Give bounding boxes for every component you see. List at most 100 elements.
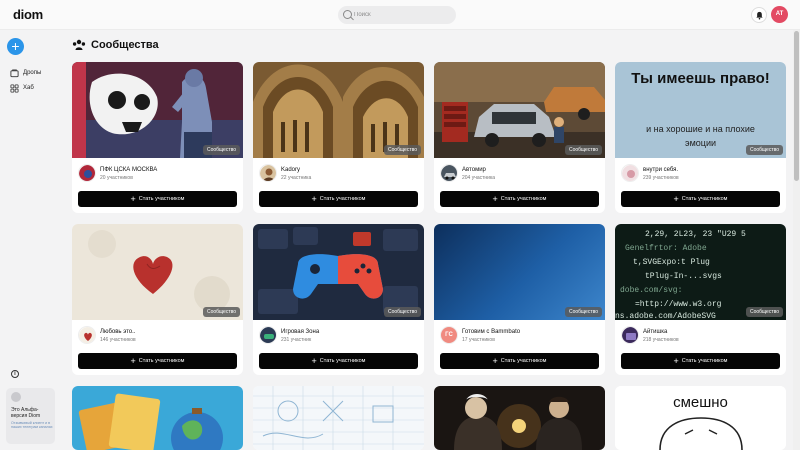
- alpha-title: Это Альфа-версия Diom: [11, 407, 41, 419]
- community-card[interactable]: Сообщество ГС Готовим с Bammbato 17 учас…: [434, 224, 605, 375]
- community-avatar: [259, 164, 277, 182]
- plus-icon: +: [130, 193, 136, 204]
- plus-icon: +: [673, 355, 679, 366]
- search-bar[interactable]: [338, 6, 456, 24]
- card-cover[interactable]: Сообщество: [434, 62, 605, 158]
- svg-text:t,SVGExpo:t Plug: t,SVGExpo:t Plug: [633, 258, 710, 267]
- community-card[interactable]: 2,29, 2L23, 23 "U29 5 Genelfrtor: Adobe …: [615, 224, 786, 375]
- community-name[interactable]: внутри себя.: [643, 167, 678, 173]
- join-label: Стать участником: [500, 358, 547, 364]
- app-logo[interactable]: diom: [13, 7, 43, 22]
- community-card[interactable]: Сообщество Kadory 22 участника + Стать уч…: [253, 62, 424, 213]
- plus-icon: +: [311, 355, 317, 366]
- community-card[interactable]: Ты имеешь право! и на хорошие и на плохи…: [615, 62, 786, 213]
- card-badge: Сообщество: [202, 307, 240, 317]
- svg-text:tPlug-In-...svgs: tPlug-In-...svgs: [645, 272, 722, 281]
- member-count: 239 участников: [643, 175, 679, 181]
- community-card[interactable]: [434, 386, 605, 450]
- svg-text:Genelfrtor: Adobe: Genelfrtor: Adobe: [625, 244, 707, 253]
- search-input[interactable]: [354, 8, 450, 22]
- join-button[interactable]: + Стать участником: [621, 353, 780, 369]
- card-cover[interactable]: Сообщество: [72, 224, 243, 320]
- member-count: 22 участника: [281, 175, 312, 181]
- scrollbar-thumb[interactable]: [794, 31, 799, 181]
- bell-icon: [756, 11, 763, 20]
- community-name[interactable]: Готовим с Bammbato: [462, 329, 520, 335]
- card-badge: Сообщество: [745, 145, 783, 155]
- sidebar-item-label: Дропы: [23, 70, 42, 76]
- join-button[interactable]: + Стать участником: [621, 191, 780, 207]
- community-name[interactable]: Kadory: [281, 167, 300, 173]
- community-card[interactable]: смешно: [615, 386, 786, 450]
- card-cover[interactable]: Ты имеешь право! и на хорошие и на плохи…: [615, 62, 786, 158]
- member-count: 20 участников: [100, 175, 133, 181]
- community-name[interactable]: Любовь это..: [100, 329, 135, 335]
- sidebar-item-drops[interactable]: Дропы: [10, 67, 41, 79]
- community-card[interactable]: Сообщество Игровая Зона 231 участник + Ст…: [253, 224, 424, 375]
- member-count: 146 участников: [100, 337, 136, 343]
- join-button[interactable]: + Стать участником: [78, 191, 237, 207]
- notifications-button[interactable]: [751, 7, 767, 23]
- community-card[interactable]: [253, 386, 424, 450]
- community-avatar: ГС: [440, 326, 458, 344]
- card-badge: Сообщество: [383, 307, 421, 317]
- card-cover[interactable]: [72, 386, 243, 450]
- join-button[interactable]: + Стать участником: [259, 353, 418, 369]
- card-cover[interactable]: [434, 386, 605, 450]
- join-label: Стать участником: [681, 196, 728, 202]
- community-name[interactable]: Игровая Зона: [281, 329, 319, 335]
- diom-logo-icon: [11, 392, 21, 402]
- create-button[interactable]: +: [7, 38, 24, 55]
- search-icon: [343, 10, 352, 19]
- card-badge: Сообщество: [202, 145, 240, 155]
- card-cover[interactable]: смешно: [615, 386, 786, 450]
- community-avatar: [78, 326, 96, 344]
- member-count: 231 участник: [281, 337, 312, 343]
- community-card[interactable]: Сообщество ПФК ЦСКА МОСКВА 20 участников…: [72, 62, 243, 213]
- card-cover[interactable]: Сообщество: [253, 224, 424, 320]
- community-card[interactable]: Сообщество Автомир 204 участника + Стать …: [434, 62, 605, 213]
- sidebar-item-label: Хаб: [23, 85, 34, 91]
- join-label: Стать участником: [138, 196, 185, 202]
- alpha-notice[interactable]: Это Альфа-версия Diom Отзывчивый клиент …: [6, 388, 55, 444]
- communities-icon: [72, 39, 86, 50]
- join-button[interactable]: + Стать участником: [259, 191, 418, 207]
- join-button[interactable]: + Стать участником: [440, 353, 599, 369]
- card-cover[interactable]: Сообщество: [434, 224, 605, 320]
- cover-headline: Ты имеешь право!: [631, 70, 770, 87]
- info-icon[interactable]: i: [11, 370, 19, 378]
- plus-icon: +: [130, 355, 136, 366]
- card-badge: Сообщество: [564, 307, 602, 317]
- user-avatar[interactable]: AT: [771, 6, 788, 23]
- community-name[interactable]: Автомир: [462, 167, 486, 173]
- join-button[interactable]: + Стать участником: [78, 353, 237, 369]
- top-bar: diom AT: [0, 0, 800, 30]
- community-name[interactable]: ПФК ЦСКА МОСКВА: [100, 167, 157, 173]
- alpha-text[interactable]: Отзывчивый клиент и в наших телеграм кан…: [11, 421, 53, 430]
- join-button[interactable]: + Стать участником: [440, 191, 599, 207]
- community-name[interactable]: Айтишка: [643, 329, 667, 335]
- scrollbar[interactable]: [793, 30, 800, 450]
- page-title: Сообщества: [72, 37, 159, 53]
- community-card[interactable]: [72, 386, 243, 450]
- card-cover[interactable]: [253, 386, 424, 450]
- svg-text:ns.adobe.com/AdobeSVG: ns.adobe.com/AdobeSVG: [615, 312, 716, 320]
- svg-text:=http://www.w3.org: =http://www.w3.org: [635, 300, 722, 309]
- member-count: 218 участников: [643, 337, 679, 343]
- drops-icon: [10, 68, 19, 77]
- card-cover[interactable]: 2,29, 2L23, 23 "U29 5 Genelfrtor: Adobe …: [615, 224, 786, 320]
- join-label: Стать участником: [500, 196, 547, 202]
- card-cover[interactable]: Сообщество: [253, 62, 424, 158]
- join-label: Стать участником: [319, 358, 366, 364]
- card-badge: Сообщество: [383, 145, 421, 155]
- community-card[interactable]: Сообщество Любовь это.. 146 участников +…: [72, 224, 243, 375]
- plus-icon: +: [311, 193, 317, 204]
- hub-icon: [10, 83, 19, 93]
- community-avatar: [78, 164, 96, 182]
- card-cover[interactable]: Сообщество: [72, 62, 243, 158]
- join-label: Стать участником: [138, 358, 185, 364]
- page-title-text: Сообщества: [91, 39, 159, 51]
- join-label: Стать участником: [319, 196, 366, 202]
- plus-icon: +: [492, 355, 498, 366]
- sidebar-item-hub[interactable]: Хаб: [10, 82, 34, 94]
